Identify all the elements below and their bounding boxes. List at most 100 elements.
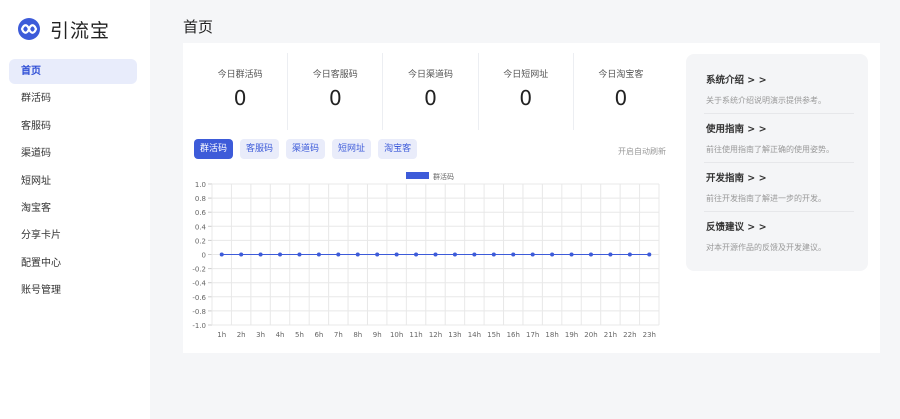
panel-item-desc: 关于系统介绍说明演示提供参考。 (706, 96, 826, 105)
x-tick-label: 20h (584, 331, 597, 339)
y-tick-label: 1.0 (195, 181, 206, 189)
tab-2[interactable]: 渠道码 (286, 139, 326, 159)
stat-card: 今日群活码 0 (193, 53, 289, 130)
stat-value: 0 (614, 86, 628, 110)
panel-divider (704, 162, 854, 163)
app-logo[interactable]: 引流宝 (18, 16, 110, 42)
x-tick-label: 17h (526, 331, 539, 339)
x-tick-label: 1h (217, 331, 226, 339)
legend-label: 群活码 (433, 172, 454, 181)
sidebar-item-4[interactable]: 短网址 (9, 169, 137, 194)
x-tick-label: 16h (507, 331, 520, 339)
sidebar-item-2[interactable]: 客服码 (9, 114, 137, 139)
panel-item[interactable]: 开发指南 > > 前往开发指南了解进一步的开发。 (706, 170, 856, 204)
stat-value: 0 (328, 86, 342, 110)
x-tick-label: 2h (237, 331, 246, 339)
x-tick-label: 15h (487, 331, 500, 339)
tab-1[interactable]: 客服码 (240, 139, 280, 159)
data-point (588, 252, 593, 257)
data-point (569, 252, 574, 257)
x-tick-label: 7h (334, 331, 343, 339)
data-point (452, 252, 457, 257)
panel-item-desc: 对本开源作品的反馈及开发建议。 (706, 243, 826, 252)
panel-item-title[interactable]: 使用指南 > > (706, 121, 856, 135)
data-point (297, 252, 302, 257)
x-tick-label: 21h (604, 331, 617, 339)
x-tick-label: 10h (390, 331, 403, 339)
panel-item-desc: 前往开发指南了解进一步的开发。 (706, 194, 826, 203)
y-tick-label: -1.0 (192, 322, 206, 330)
tab-4[interactable]: 淘宝客 (378, 139, 418, 159)
x-tick-label: 8h (353, 331, 362, 339)
data-point (511, 252, 516, 257)
x-tick-label: 23h (643, 331, 656, 339)
y-tick-label: 0.8 (195, 195, 206, 203)
x-tick-label: 14h (468, 331, 481, 339)
data-point (375, 252, 380, 257)
data-point (491, 252, 496, 257)
data-point (472, 252, 477, 257)
y-tick-label: -0.2 (192, 266, 206, 274)
data-point (394, 252, 399, 257)
y-tick-label: -0.4 (192, 280, 206, 288)
x-tick-label: 12h (429, 331, 442, 339)
sidebar-item-5[interactable]: 淘宝客 (9, 196, 137, 221)
panel-item-title[interactable]: 反馈建议 > > (706, 219, 856, 233)
stat-label: 今日渠道码 (408, 70, 454, 80)
data-point (258, 252, 263, 257)
y-tick-label: 0 (202, 252, 206, 260)
data-point (239, 252, 244, 257)
data-point (433, 252, 438, 257)
stat-label: 今日群活码 (217, 70, 263, 80)
data-point (647, 252, 652, 257)
data-point (627, 252, 632, 257)
y-tick-label: 0.2 (195, 237, 206, 245)
y-tick-label: -0.6 (192, 294, 206, 302)
auto-refresh-toggle[interactable]: 开启自动刷新 (618, 146, 666, 157)
panel-item[interactable]: 系统介绍 > > 关于系统介绍说明演示提供参考。 (706, 72, 856, 106)
data-point (608, 252, 613, 257)
x-tick-label: 5h (295, 331, 304, 339)
sidebar: 引流宝 首页 群活码客服码 渠道码短网址 淘宝客 分享卡片配置中心 账号管理 (0, 0, 150, 419)
stat-value: 0 (424, 86, 437, 110)
sidebar-item-3[interactable]: 渠道码 (9, 141, 137, 166)
x-tick-label: 13h (448, 331, 461, 339)
stat-card: 今日短网址 0 (479, 53, 574, 130)
panel-item[interactable]: 使用指南 > > 前往使用指南了解正确的使用姿势。 (706, 121, 856, 155)
stat-card: 今日淘宝客 0 (574, 53, 668, 130)
data-point (278, 252, 283, 257)
x-tick-label: 11h (409, 331, 422, 339)
panel-item-title[interactable]: 系统介绍 > > (706, 72, 856, 86)
infinity-logo-icon (18, 18, 40, 40)
chart-tabs: 群活码 客服码 渠道码 短网址 淘宝客 (194, 139, 424, 159)
app-name: 引流宝 (50, 19, 111, 42)
tab-0[interactable]: 群活码 (194, 139, 234, 159)
panel-item[interactable]: 反馈建议 > > 对本开源作品的反馈及开发建议。 (706, 219, 856, 253)
stat-card: 今日客服码 0 (288, 53, 384, 130)
stat-label: 今日淘宝客 (598, 70, 644, 80)
x-tick-label: 3h (256, 331, 265, 339)
x-tick-label: 22h (623, 331, 636, 339)
side-panel: 系统介绍 > > 关于系统介绍说明演示提供参考。使用指南 > > 前往使用指南了解正… (686, 54, 868, 271)
stat-value: 0 (519, 86, 533, 110)
data-point (550, 252, 555, 257)
x-tick-label: 19h (565, 331, 578, 339)
sidebar-item-1[interactable]: 群活码 (9, 86, 137, 111)
data-point (530, 252, 535, 257)
y-tick-label: -0.8 (192, 308, 206, 316)
sidebar-item-8[interactable]: 账号管理 (9, 278, 137, 303)
sidebar-item-7[interactable]: 配置中心 (9, 251, 137, 276)
sidebar-item-6[interactable]: 分享卡片 (9, 223, 137, 248)
legend-swatch (406, 172, 429, 179)
x-tick-label: 6h (314, 331, 323, 339)
tab-3[interactable]: 短网址 (332, 139, 372, 159)
data-point (414, 252, 419, 257)
panel-item-title[interactable]: 开发指南 > > (706, 170, 856, 184)
panel-divider (704, 211, 854, 212)
x-tick-label: 9h (373, 331, 382, 339)
panel-item-desc: 前往使用指南了解正确的使用姿势。 (706, 145, 834, 154)
sidebar-item-0[interactable]: 首页 (9, 59, 137, 84)
stat-value: 0 (233, 86, 247, 110)
stats-row: 今日群活码 0 今日客服码 0 今日渠道码 0 今日短网址 0 今日淘宝客 0 (193, 53, 668, 130)
stat-card: 今日渠道码 0 (383, 53, 479, 130)
